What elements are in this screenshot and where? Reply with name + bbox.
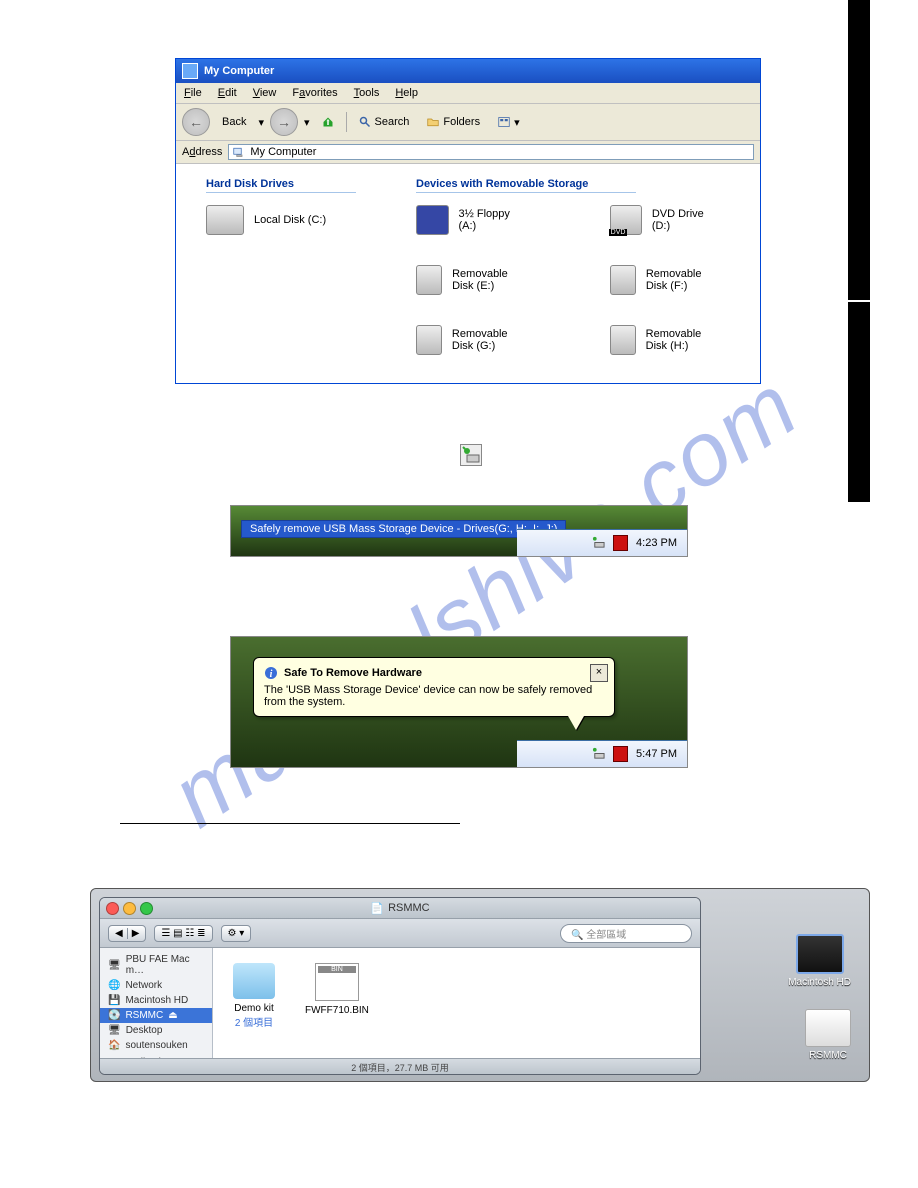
drive-removable-h[interactable]: Removable Disk (H:) bbox=[610, 325, 714, 355]
drive-local-c[interactable]: Local Disk (C:) bbox=[206, 205, 356, 235]
my-computer-icon bbox=[233, 146, 245, 158]
system-tray: 5:47 PM bbox=[517, 740, 687, 767]
folders-button[interactable]: Folders bbox=[421, 114, 486, 130]
tray-time: 4:23 PM bbox=[636, 537, 677, 549]
balloon-close-button[interactable]: × bbox=[590, 664, 608, 682]
desktop-macintosh-hd[interactable]: Macintosh HD bbox=[788, 934, 851, 988]
sidebar-item[interactable]: 🌐 Network bbox=[100, 978, 212, 993]
up-button[interactable] bbox=[316, 114, 340, 130]
address-field[interactable]: My Computer bbox=[228, 144, 754, 160]
section-removable-storage: Devices with Removable Storage bbox=[416, 178, 636, 193]
system-tray: 4:23 PM bbox=[517, 529, 687, 556]
views-button[interactable]: ▾ bbox=[492, 114, 526, 131]
mac-content-area: Demo kit 2 個項目 FWFF710.BIN bbox=[213, 948, 700, 1058]
mac-zoom-button[interactable] bbox=[140, 902, 153, 915]
xp-my-computer-window: My Computer File Edit View Favorites Too… bbox=[175, 58, 761, 384]
menu-favorites[interactable]: Favorites bbox=[292, 87, 337, 99]
mac-back-forward[interactable]: ◀ ▶ bbox=[108, 925, 146, 942]
menu-file[interactable]: File bbox=[184, 87, 202, 99]
removable-disk-icon bbox=[416, 265, 442, 295]
menu-view[interactable]: View bbox=[253, 87, 277, 99]
security-shield-icon[interactable] bbox=[613, 746, 628, 762]
mac-window-title: RSMMC bbox=[388, 902, 430, 914]
safely-remove-hardware-icon[interactable] bbox=[592, 536, 605, 550]
mac-status-bar: 2 個項目，27.7 MB 可用 bbox=[100, 1058, 700, 1075]
menu-tools[interactable]: Tools bbox=[354, 87, 380, 99]
finder-file-item[interactable]: FWFF710.BIN bbox=[305, 963, 369, 1016]
toolbar: ← Back ▾ → ▾ Search Folders ▾ bbox=[176, 104, 760, 141]
balloon-title: Safe To Remove Hardware bbox=[284, 667, 422, 679]
svg-text:i: i bbox=[270, 669, 273, 680]
menu-edit[interactable]: Edit bbox=[218, 87, 237, 99]
mac-sidebar: 🖥 PBU FAE Mac m… 🌐 Network 💾 Macintosh H… bbox=[100, 948, 213, 1058]
removable-disk-icon bbox=[610, 325, 636, 355]
address-label: Address bbox=[182, 146, 222, 158]
bin-file-icon bbox=[315, 963, 359, 1001]
sidebar-item[interactable]: 🅰 Applications bbox=[100, 1053, 212, 1058]
watermark-text: manualshive.com bbox=[154, 355, 817, 849]
back-dropdown[interactable]: ▾ bbox=[258, 116, 264, 129]
mac-view-mode[interactable]: ☰ ▤ ☷ ≣ bbox=[154, 925, 212, 942]
mac-finder-window: 📄 RSMMC ◀ ▶ ☰ ▤ ☷ ≣ ⚙ ▾ 🔍 全部區域 🖥 PBU FAE… bbox=[99, 897, 701, 1075]
address-bar: Address My Computer bbox=[176, 141, 760, 164]
removable-disk-icon bbox=[416, 325, 442, 355]
side-black-bar bbox=[848, 302, 870, 502]
mac-search-field[interactable]: 🔍 全部區域 bbox=[560, 924, 692, 943]
sidebar-item-selected[interactable]: 💽 RSMMC ⏏ bbox=[100, 1008, 212, 1023]
sidebar-item[interactable]: 🏠 soutensouken bbox=[100, 1038, 212, 1053]
underline-separator bbox=[120, 823, 460, 824]
taskbar-screenshot-1: Safely remove USB Mass Storage Device - … bbox=[230, 505, 688, 557]
info-icon: i bbox=[264, 666, 278, 680]
tray-time: 5:47 PM bbox=[636, 748, 677, 760]
window-titlebar[interactable]: My Computer bbox=[176, 59, 760, 83]
safe-to-remove-balloon: × i Safe To Remove Hardware The 'USB Mas… bbox=[253, 657, 615, 717]
content-area: Hard Disk Drives Local Disk (C:) Devices… bbox=[176, 164, 760, 383]
mac-toolbar: ◀ ▶ ☰ ▤ ☷ ≣ ⚙ ▾ 🔍 全部區域 bbox=[100, 919, 700, 948]
side-black-bar bbox=[848, 0, 870, 300]
imac-icon bbox=[796, 934, 844, 974]
drive-dvd-d[interactable]: DVD Drive (D:) bbox=[610, 205, 714, 235]
menu-help[interactable]: Help bbox=[395, 87, 418, 99]
forward-button-icon[interactable]: → bbox=[270, 108, 298, 136]
drive-floppy-a[interactable]: 3½ Floppy (A:) bbox=[416, 205, 520, 235]
mac-desktop-screenshot: 📄 RSMMC ◀ ▶ ☰ ▤ ☷ ≣ ⚙ ▾ 🔍 全部區域 🖥 PBU FAE… bbox=[90, 888, 870, 1082]
forward-dropdown[interactable]: ▾ bbox=[304, 116, 310, 129]
sidebar-item[interactable]: 💾 Macintosh HD bbox=[100, 993, 212, 1008]
removable-disk-icon bbox=[805, 1009, 851, 1047]
back-button[interactable]: Back bbox=[216, 114, 252, 130]
section-hard-disk-drives: Hard Disk Drives bbox=[206, 178, 356, 193]
my-computer-icon bbox=[182, 63, 198, 79]
search-button[interactable]: Search bbox=[353, 114, 416, 130]
sidebar-item[interactable]: 🖥 Desktop bbox=[100, 1023, 212, 1038]
back-button-icon[interactable]: ← bbox=[182, 108, 210, 136]
drive-removable-e[interactable]: Removable Disk (E:) bbox=[416, 265, 520, 295]
window-title: My Computer bbox=[204, 65, 274, 77]
drive-removable-f[interactable]: Removable Disk (F:) bbox=[610, 265, 714, 295]
finder-folder-item[interactable]: Demo kit 2 個項目 bbox=[233, 963, 275, 1029]
mac-minimize-button[interactable] bbox=[123, 902, 136, 915]
address-value: My Computer bbox=[250, 146, 316, 158]
mac-action-menu[interactable]: ⚙ ▾ bbox=[221, 925, 252, 942]
menu-bar: File Edit View Favorites Tools Help bbox=[176, 83, 760, 104]
sidebar-item[interactable]: 🖥 PBU FAE Mac m… bbox=[100, 952, 212, 978]
removable-disk-icon bbox=[610, 265, 636, 295]
taskbar-screenshot-2: × i Safe To Remove Hardware The 'USB Mas… bbox=[230, 636, 688, 768]
safely-remove-hardware-icon bbox=[460, 444, 482, 466]
mac-window-titlebar[interactable]: 📄 RSMMC bbox=[100, 898, 700, 919]
folder-icon bbox=[233, 963, 275, 999]
safely-remove-hardware-icon[interactable] bbox=[592, 747, 605, 761]
desktop-volume-rsmmc[interactable]: RSMMC bbox=[805, 1009, 851, 1061]
floppy-icon bbox=[416, 205, 449, 235]
balloon-body: The 'USB Mass Storage Device' device can… bbox=[264, 684, 604, 708]
dvd-drive-icon bbox=[610, 205, 642, 235]
security-shield-icon[interactable] bbox=[613, 535, 628, 551]
hard-disk-icon bbox=[206, 205, 244, 235]
drive-removable-g[interactable]: Removable Disk (G:) bbox=[416, 325, 520, 355]
mac-close-button[interactable] bbox=[106, 902, 119, 915]
